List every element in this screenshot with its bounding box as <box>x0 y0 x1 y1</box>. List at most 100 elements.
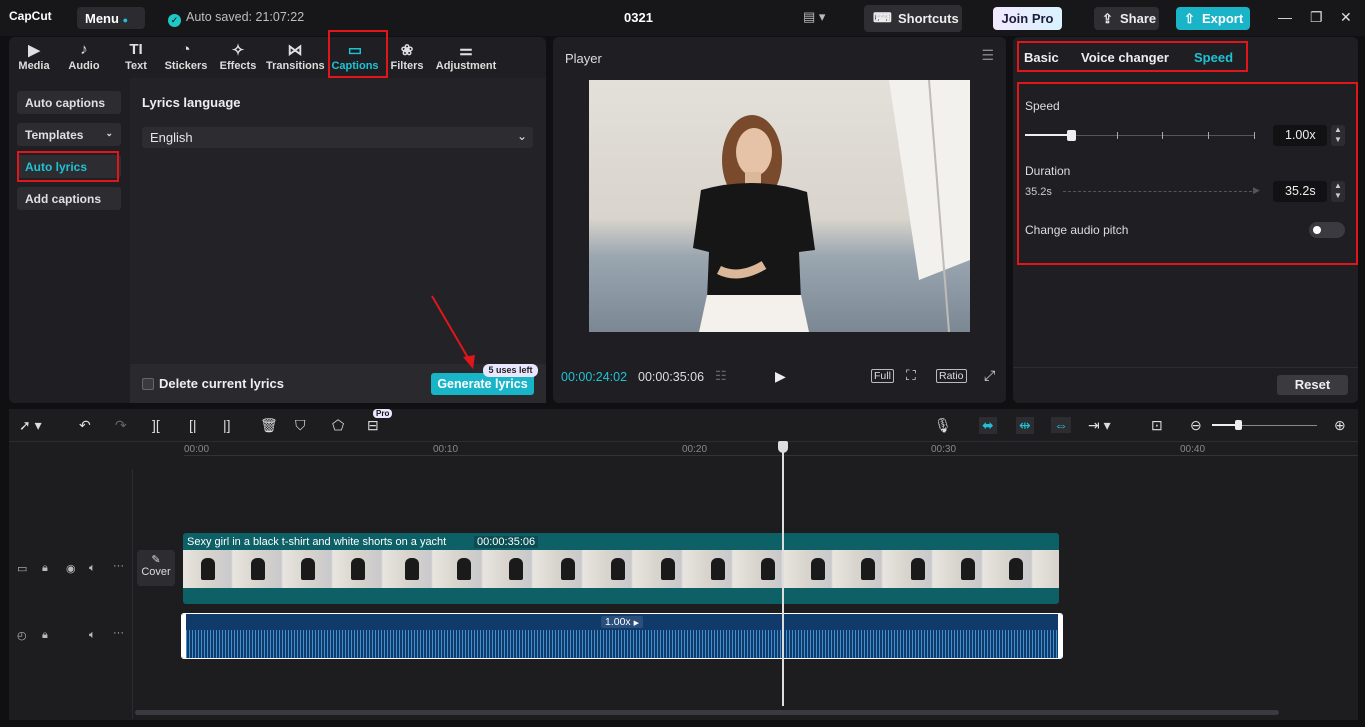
fit-timeline-icon[interactable]: ⊡ <box>1151 417 1163 434</box>
microphone-icon[interactable]: 🎙 <box>934 417 952 434</box>
duration-value-input[interactable]: 35.2s <box>1273 181 1327 202</box>
play-icon[interactable]: ▶ <box>775 368 786 385</box>
marker-icon[interactable]: ⬠ <box>332 417 344 434</box>
video-clip[interactable]: Sexy girl in a black t-shirt and white s… <box>183 533 1059 604</box>
audio-speed-label: 1.00x <box>605 616 631 628</box>
snap-icon[interactable]: ⇹ <box>1016 417 1034 434</box>
reset-button[interactable]: Reset <box>1277 375 1348 395</box>
duration-stepper[interactable]: ▲▼ <box>1331 181 1345 202</box>
audio-clip[interactable]: 1.00x ▶ <box>181 613 1063 659</box>
share-button[interactable]: ⇪Share <box>1094 7 1159 30</box>
link-main-track-icon[interactable]: ⬌ <box>979 417 997 434</box>
lock-icon[interactable]: 🔒︎ <box>42 629 48 642</box>
duration-arrow-line <box>1063 191 1257 192</box>
tick-label: 00:40 <box>1180 444 1205 455</box>
thumbnail-figure <box>661 558 675 580</box>
red-arrow-annotation <box>427 293 477 373</box>
captions-highlight-box <box>328 30 388 78</box>
fullscreen-icon[interactable]: ⤢ <box>984 367 995 384</box>
audio-icon: ♪ <box>65 41 103 60</box>
playhead-handle[interactable] <box>778 441 788 453</box>
tab-audio[interactable]: ♪Audio <box>65 41 103 72</box>
auto-reframe-icon[interactable]: ⊟ <box>367 417 379 434</box>
undo-icon[interactable]: ↶ <box>79 417 91 434</box>
linkage-icon[interactable]: ⇔ <box>1051 417 1071 433</box>
speed-stepper[interactable]: ▲▼ <box>1331 125 1345 146</box>
hamburger-icon[interactable]: ☰ <box>981 47 994 64</box>
export-button[interactable]: ⇧Export <box>1176 7 1250 30</box>
eye-icon[interactable]: ◉ <box>66 562 76 575</box>
split-left-icon[interactable]: [| <box>189 417 197 433</box>
tab-adjustment[interactable]: ⚌Adjustment <box>434 41 498 72</box>
total-timecode: 00:00:35:06 <box>638 370 704 384</box>
timeline-scrollbar[interactable] <box>135 710 1279 715</box>
minimize-icon[interactable]: — <box>1278 9 1292 25</box>
chevron-down-icon: ⌄ <box>105 128 113 139</box>
tab-text[interactable]: TIText <box>117 41 155 72</box>
title-bar: CapCut Menu ● ✓Auto saved: 21:07:22 0321… <box>0 0 1365 36</box>
cover-button[interactable]: ✎Cover <box>137 550 175 586</box>
redo-icon[interactable]: ↷ <box>115 417 127 434</box>
clip-title: Sexy girl in a black t-shirt and white s… <box>187 536 446 548</box>
tab-filters[interactable]: ❀Filters <box>387 41 427 72</box>
ratio-button[interactable]: Ratio <box>936 369 967 383</box>
export-label: Export <box>1202 11 1243 26</box>
speed-slider-fill <box>1025 134 1071 136</box>
maximize-icon[interactable]: ❐ <box>1310 9 1323 26</box>
tab-media[interactable]: ▶Media <box>15 41 53 72</box>
layout-icon[interactable]: ▤ ▾ <box>803 9 825 25</box>
volume-icon[interactable]: 🔈︎ <box>89 629 96 642</box>
tab-label: Transitions <box>266 60 325 72</box>
right-trim-handle[interactable] <box>1058 614 1062 659</box>
speed-value-input[interactable]: 1.00x <box>1273 125 1327 146</box>
thumbnail-figure <box>457 558 471 580</box>
shield-icon[interactable]: ⛉ <box>295 417 306 434</box>
effects-icon: ✧ <box>217 41 259 60</box>
delete-icon[interactable]: 🗑 <box>260 417 278 434</box>
selected-language: English <box>150 130 193 145</box>
split-right-icon[interactable]: |] <box>223 417 231 433</box>
more-icon[interactable]: ··· <box>113 627 124 639</box>
video-preview[interactable] <box>589 80 970 332</box>
shortcuts-button[interactable]: ⌨Shortcuts <box>864 5 962 32</box>
share-icon: ⇪ <box>1102 11 1113 27</box>
join-pro-button[interactable]: Join Pro <box>993 7 1062 30</box>
tab-effects[interactable]: ✧Effects <box>217 41 259 72</box>
thumbnail-figure <box>351 558 365 580</box>
transitions-icon: ⋈ <box>266 41 324 60</box>
lock-icon[interactable]: 🔒︎ <box>42 562 48 575</box>
add-captions-button[interactable]: Add captions <box>17 187 121 210</box>
tab-label: Effects <box>220 60 257 72</box>
volume-icon[interactable]: 🔈︎ <box>89 562 96 575</box>
video-frame-image <box>589 80 970 332</box>
audio-pitch-toggle[interactable] <box>1309 222 1345 238</box>
arrow-right-icon: ▶ <box>1253 185 1260 196</box>
tab-label: Adjustment <box>436 60 497 72</box>
templates-label: Templates <box>25 128 83 142</box>
more-icon[interactable]: ··· <box>113 560 124 572</box>
select-cursor-icon[interactable]: ➚ ▾ <box>19 417 42 434</box>
player-title: Player <box>565 51 602 66</box>
preview-axis-icon[interactable]: ⇥ ▾ <box>1088 417 1111 434</box>
zoom-out-icon[interactable]: ⊖ <box>1190 417 1202 434</box>
tab-transitions[interactable]: ⋈Transitions <box>266 41 324 72</box>
zoom-slider-handle[interactable] <box>1235 420 1242 430</box>
zoom-in-icon[interactable]: ⊕ <box>1334 417 1346 434</box>
templates-button[interactable]: Templates ⌄ <box>17 123 121 146</box>
menu-button[interactable]: Menu ● <box>77 7 145 29</box>
split-icon[interactable]: ][ <box>152 417 160 433</box>
auto-captions-button[interactable]: Auto captions <box>17 91 121 114</box>
grid-icon[interactable]: ☷ <box>715 368 727 384</box>
track-header-divider <box>132 469 133 719</box>
speed-slider-handle[interactable] <box>1067 130 1076 141</box>
playhead-line[interactable] <box>782 441 784 706</box>
lyrics-language-select[interactable]: English⌄ <box>142 127 533 148</box>
zoom-fit-icon[interactable]: ⛶ <box>906 367 916 384</box>
delete-lyrics-checkbox[interactable] <box>142 378 154 390</box>
close-icon[interactable]: ✕ <box>1340 9 1352 26</box>
tab-label: Text <box>125 60 147 72</box>
full-button[interactable]: Full <box>871 369 894 383</box>
slider-tick <box>1254 132 1255 139</box>
tab-stickers[interactable]: ◔Stickers <box>164 41 208 72</box>
tab-label: Stickers <box>165 60 208 72</box>
